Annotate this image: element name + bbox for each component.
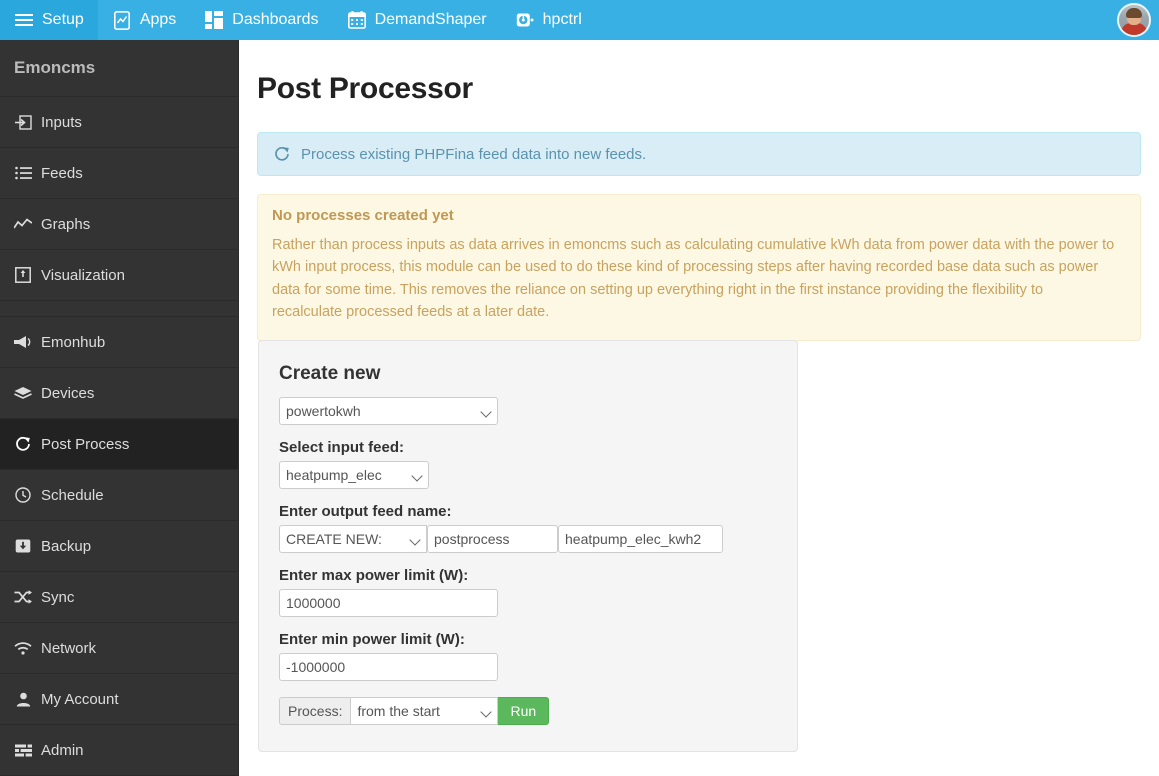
sidebar-title: Emoncms — [0, 40, 238, 97]
sidebar-item-feeds[interactable]: Feeds — [0, 148, 238, 199]
info-alert-text: Process existing PHPFina feed data into … — [301, 145, 647, 163]
sidebar-item-label: Schedule — [41, 486, 104, 504]
user-icon — [14, 690, 32, 708]
avatar-image — [1119, 5, 1149, 35]
hamburger-icon — [14, 10, 34, 30]
process-range-label: Process: — [279, 697, 351, 725]
sidebar-item-label: Sync — [41, 588, 75, 606]
nav-item-dashboards[interactable]: Dashboards — [190, 0, 332, 40]
sidebar-item-label: Feeds — [41, 164, 83, 182]
sidebar-item-label: Post Process — [41, 435, 130, 453]
process-run-group: Process: from the start Run — [279, 697, 777, 725]
input-feed-select[interactable]: heatpump_elec — [279, 461, 429, 489]
nav-label-apps: Apps — [139, 11, 177, 28]
shuffle-icon — [14, 588, 32, 606]
download-box-icon — [14, 537, 32, 555]
nav-label-dashboards: Dashboards — [232, 11, 319, 28]
warning-alert-body: Rather than process inputs as data arriv… — [272, 237, 1115, 321]
sidebar-item-admin[interactable]: Admin — [0, 725, 238, 776]
gauge-icon — [515, 10, 535, 30]
nav-item-hpctrl[interactable]: hpctrl — [501, 0, 596, 40]
sidebar-item-my-account[interactable]: My Account — [0, 674, 238, 725]
clock-icon — [14, 486, 32, 504]
min-power-label: Enter min power limit (W): — [279, 631, 465, 648]
main-content: Post Processor Process existing PHPFina … — [239, 40, 1159, 776]
list-icon — [14, 164, 32, 182]
visualization-icon — [14, 266, 32, 284]
process-type-select-wrap: powertokwh — [279, 397, 498, 425]
create-new-heading: Create new — [279, 363, 381, 384]
run-button[interactable]: Run — [498, 697, 550, 725]
sidebar-group-divider — [0, 301, 238, 317]
min-power-input[interactable] — [279, 653, 498, 681]
nav-label-demandshaper: DemandShaper — [374, 11, 487, 28]
sliders-icon — [14, 741, 32, 759]
process-range-select-wrap: from the start — [350, 697, 499, 725]
output-mode-select[interactable]: CREATE NEW: — [279, 525, 427, 553]
output-mode-select-wrap: CREATE NEW: — [279, 525, 427, 553]
avatar[interactable] — [1117, 3, 1151, 37]
sidebar-item-label: Devices — [41, 384, 95, 402]
sidebar-item-label: Visualization — [41, 266, 125, 284]
sidebar-item-emonhub[interactable]: Emonhub — [0, 317, 238, 368]
sidebar-item-inputs[interactable]: Inputs — [0, 97, 238, 148]
page-title: Post Processor — [257, 72, 473, 105]
output-prefix-input[interactable] — [427, 525, 558, 553]
sidebar-item-graphs[interactable]: Graphs — [0, 199, 238, 250]
sidebar-item-label: Graphs — [41, 215, 91, 233]
sidebar-item-label: Backup — [41, 537, 92, 555]
max-power-label: Enter max power limit (W): — [279, 567, 469, 584]
max-power-input[interactable] — [279, 589, 498, 617]
nav-item-setup[interactable]: Setup — [0, 0, 98, 40]
sidebar-item-schedule[interactable]: Schedule — [0, 470, 238, 521]
nav-item-apps[interactable]: Apps — [98, 0, 190, 40]
avatar-hair — [1126, 8, 1142, 18]
process-type-select[interactable]: powertokwh — [279, 397, 498, 425]
apps-icon — [112, 10, 132, 30]
process-range-select[interactable]: from the start — [350, 697, 499, 725]
line-chart-icon — [14, 215, 32, 233]
calendar-icon — [347, 10, 367, 30]
input-feed-label: Select input feed: — [279, 439, 405, 456]
input-arrow-icon — [14, 113, 32, 131]
sidebar-item-visualization[interactable]: Visualization — [0, 250, 238, 301]
refresh-icon — [14, 435, 32, 453]
wifi-icon — [14, 639, 32, 657]
sidebar-item-network[interactable]: Network — [0, 623, 238, 674]
sidebar-item-devices[interactable]: Devices — [0, 368, 238, 419]
sidebar-item-sync[interactable]: Sync — [0, 572, 238, 623]
top-navbar: Setup Apps Dashboards DemandShaper hpctr… — [0, 0, 1159, 40]
dashboards-icon — [204, 10, 224, 30]
output-name-input[interactable] — [558, 525, 723, 553]
create-new-panel: Create new powertokwh Select input feed:… — [258, 340, 798, 752]
sidebar-item-label: Emonhub — [41, 333, 106, 351]
sidebar-item-backup[interactable]: Backup — [0, 521, 238, 572]
sidebar: Emoncms Inputs Feeds Graphs Visualizatio… — [0, 40, 239, 776]
input-feed-select-wrap: heatpump_elec — [279, 461, 429, 489]
sidebar-item-label: Inputs — [41, 113, 82, 131]
nav-label-setup: Setup — [42, 11, 84, 28]
refresh-icon — [272, 144, 292, 164]
info-alert: Process existing PHPFina feed data into … — [257, 132, 1141, 176]
output-feed-row: CREATE NEW: — [279, 525, 777, 553]
sidebar-item-label: Network — [41, 639, 97, 657]
sidebar-item-label: My Account — [41, 690, 119, 708]
sidebar-item-label: Admin — [41, 741, 84, 759]
sidebar-item-post-process[interactable]: Post Process — [0, 419, 238, 470]
megaphone-icon — [14, 333, 32, 351]
nav-item-demandshaper[interactable]: DemandShaper — [333, 0, 501, 40]
nav-label-hpctrl: hpctrl — [542, 11, 582, 28]
layers-icon — [14, 384, 32, 402]
output-feed-label: Enter output feed name: — [279, 503, 452, 520]
warning-alert-heading: No processes created yet — [272, 207, 454, 224]
warning-alert: No processes created yet Rather than pro… — [257, 194, 1141, 341]
